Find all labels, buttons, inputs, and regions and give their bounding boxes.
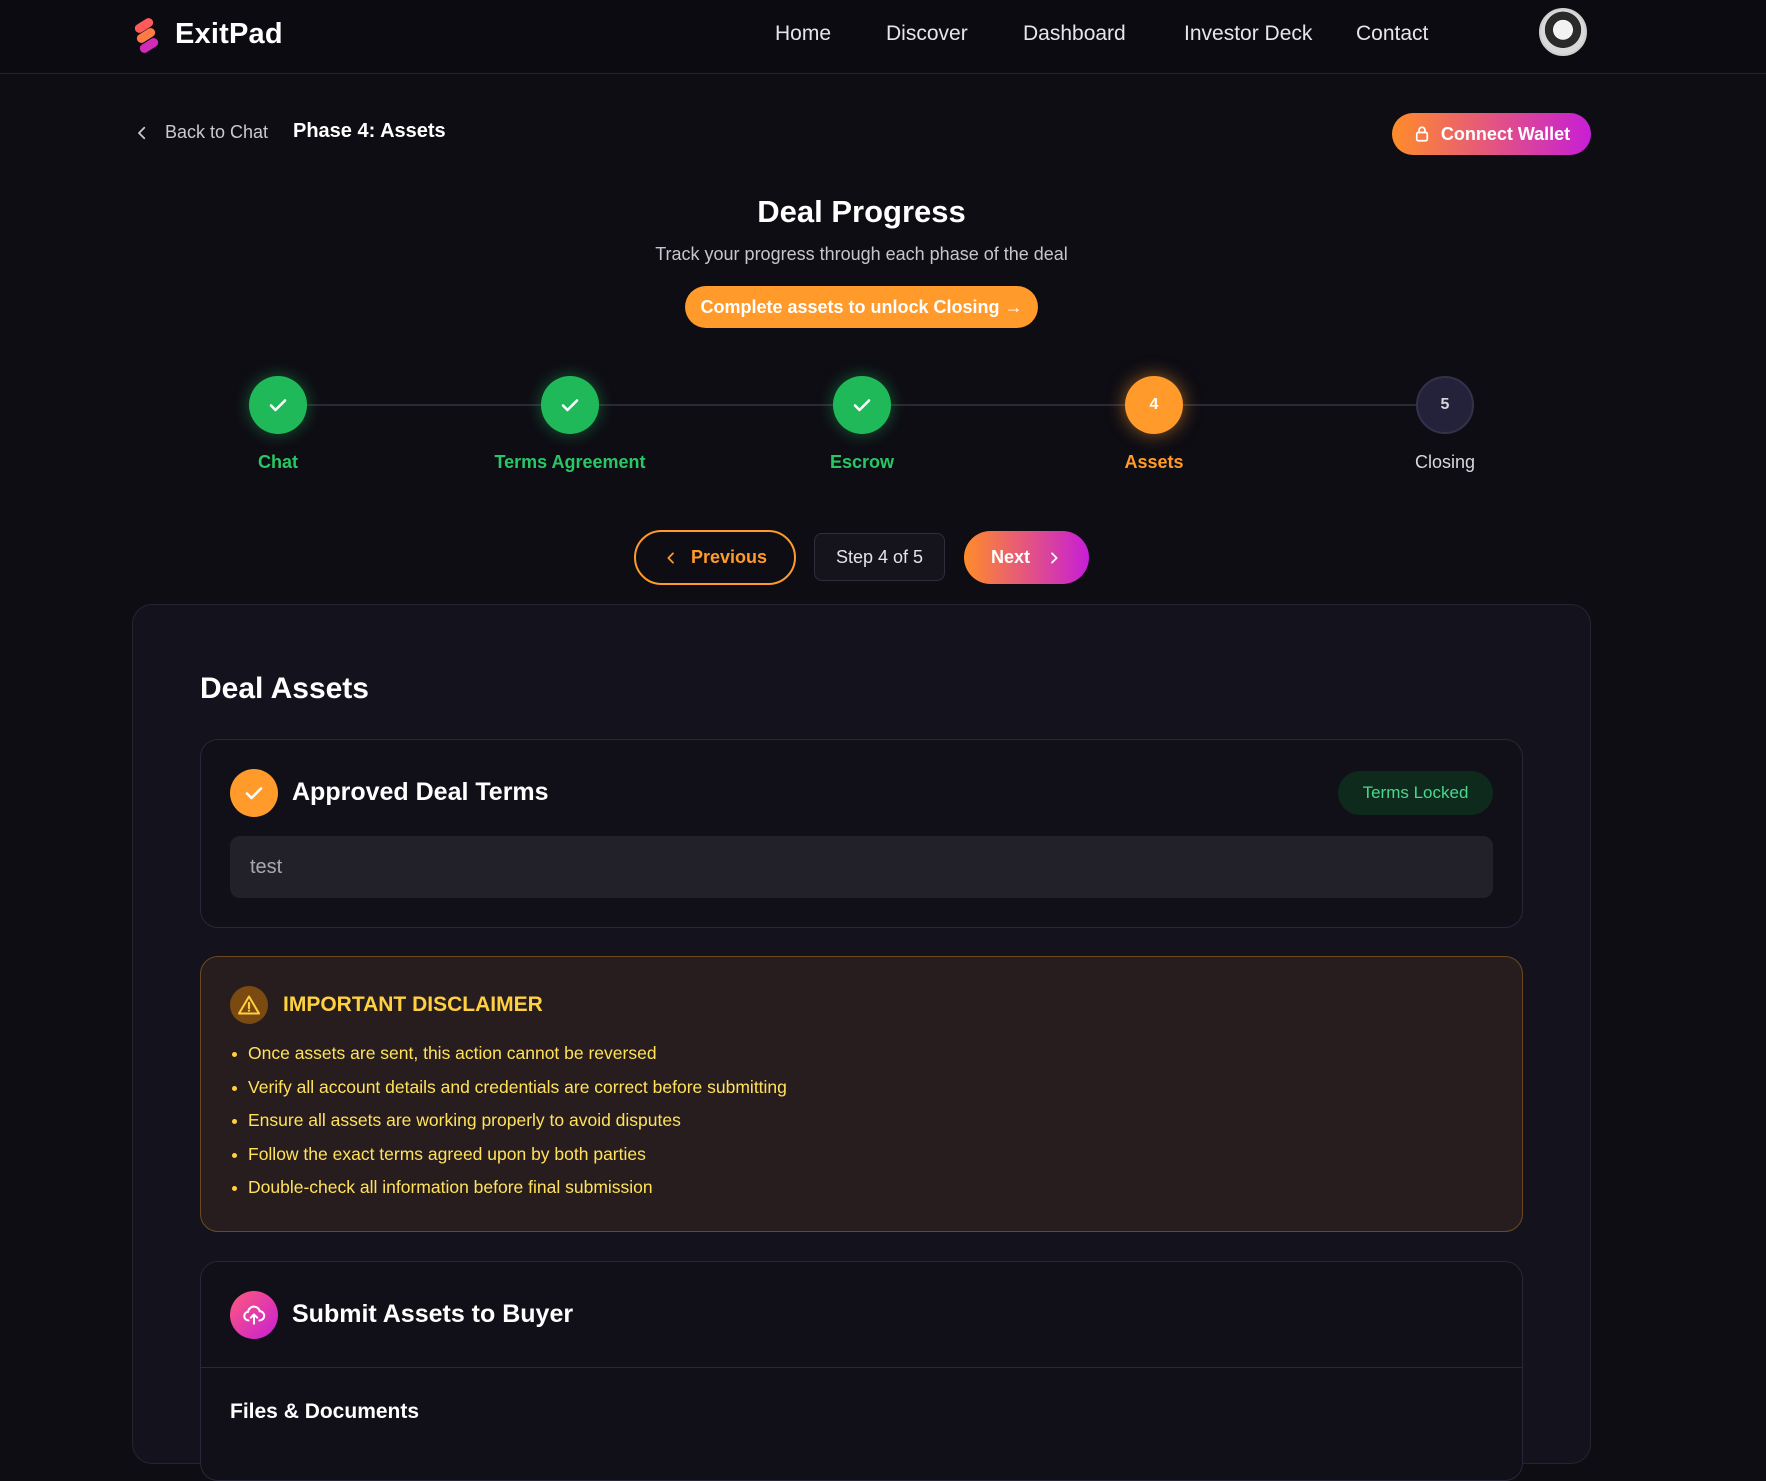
- step-label: Terms Agreement: [494, 452, 646, 472]
- step-counter: Step 4 of 5: [814, 533, 945, 581]
- next-label: Next: [990, 547, 1030, 567]
- approved-terms-heading: Approved Deal Terms: [292, 778, 549, 806]
- nav-home-link[interactable]: Home: [775, 22, 831, 46]
- step-closing[interactable]: 5 Closing: [1345, 376, 1545, 473]
- previous-label: Previous: [690, 547, 768, 567]
- disclaimer-item: Ensure all assets are working properly t…: [232, 1110, 787, 1144]
- submit-assets-heading: Submit Assets to Buyer: [292, 1300, 574, 1328]
- upload-cloud-icon: [230, 1291, 278, 1339]
- files-documents-title: Files & Documents: [230, 1400, 420, 1423]
- submit-assets-card: [200, 1261, 1523, 1481]
- disclaimer-title: IMPORTANT DISCLAIMER: [283, 993, 543, 1016]
- terms-content-field: test: [230, 836, 1493, 898]
- step-chat[interactable]: Chat: [178, 376, 378, 473]
- chevron-left-icon: [667, 551, 674, 564]
- app-name: ExitPad: [175, 18, 283, 50]
- step-number: 5: [1416, 376, 1474, 434]
- check-icon: [249, 376, 307, 434]
- disclaimer-item: Once assets are sent, this action cannot…: [232, 1043, 787, 1077]
- disclaimer-item: Follow the exact terms agreed upon by bo…: [232, 1144, 787, 1178]
- step-assets[interactable]: 4 Assets: [1054, 376, 1254, 473]
- unlock-closing-badge: Complete assets to unlock Closing →: [685, 286, 1038, 328]
- check-icon: [541, 376, 599, 434]
- step-escrow[interactable]: Escrow: [762, 376, 962, 473]
- lock-icon: [1415, 126, 1428, 142]
- warning-icon: [230, 986, 268, 1024]
- step-label: Chat: [258, 452, 298, 472]
- step-number: 4: [1125, 376, 1183, 434]
- deal-progress-subtitle: Track your progress through each phase o…: [655, 244, 1068, 264]
- check-icon: [833, 376, 891, 434]
- top-navigation-bar: ExitPad Home Discover Dashboard Investor…: [0, 0, 1766, 74]
- step-label: Assets: [1124, 452, 1184, 472]
- back-label: Back to Chat: [165, 122, 269, 142]
- check-icon: [230, 769, 278, 817]
- logo[interactable]: ExitPad: [131, 15, 283, 55]
- card-divider: [201, 1367, 1522, 1368]
- connect-wallet-label: Connect Wallet: [1440, 123, 1571, 144]
- back-to-chat-link[interactable]: Back to Chat: [133, 122, 268, 143]
- deal-progress-title: Deal Progress: [757, 194, 966, 229]
- terms-locked-badge: Terms Locked: [1338, 771, 1493, 815]
- approved-terms-card: [200, 739, 1523, 928]
- logo-icon: [131, 15, 161, 55]
- disclaimer-item: Double-check all information before fina…: [232, 1177, 787, 1211]
- disclaimer-item: Verify all account details and credentia…: [232, 1077, 787, 1111]
- previous-button[interactable]: Previous: [634, 530, 796, 585]
- nav-contact-link[interactable]: Contact: [1356, 22, 1428, 46]
- user-avatar[interactable]: [1539, 8, 1587, 56]
- disclaimer-list: Once assets are sent, this action cannot…: [232, 1043, 787, 1211]
- connect-wallet-button[interactable]: Connect Wallet: [1392, 113, 1591, 155]
- nav-dashboard-link[interactable]: Dashboard: [1023, 22, 1126, 46]
- step-label: Escrow: [829, 452, 895, 472]
- phase-title: Phase 4: Assets: [293, 120, 446, 142]
- nav-discover-link[interactable]: Discover: [886, 22, 968, 46]
- chevron-right-icon: [1051, 551, 1058, 564]
- step-terms-agreement[interactable]: Terms Agreement: [470, 376, 670, 473]
- nav-investor-deck-link[interactable]: Investor Deck: [1184, 22, 1312, 46]
- next-button[interactable]: Next: [964, 531, 1089, 584]
- step-label: Closing: [1414, 452, 1476, 472]
- chevron-left-icon: [138, 126, 146, 139]
- deal-assets-title: Deal Assets: [200, 672, 369, 705]
